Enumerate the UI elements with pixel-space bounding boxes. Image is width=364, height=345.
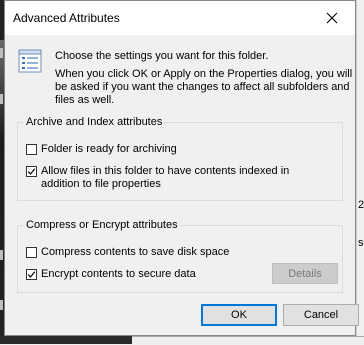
folder-ready-checkbox[interactable] [26,144,37,155]
intro-text: Choose the settings you want for this fo… [55,50,269,62]
encrypt-row[interactable]: Encrypt contents to secure data [26,268,196,281]
encrypt-label: Encrypt contents to secure data [41,268,196,280]
allow-index-label: Allow files in this folder to have conte… [41,165,290,190]
allow-index-row[interactable]: Allow files in this folder to have conte… [26,165,326,191]
background-window-mark [0,48,3,58]
folder-ready-label: Folder is ready for archiving [41,143,177,155]
background-window-right-edge [356,0,364,344]
checkmark-icon [27,271,36,278]
background-window-mark [0,250,3,260]
ok-button[interactable]: OK [201,304,277,326]
folder-ready-row[interactable]: Folder is ready for archiving [26,143,177,156]
allow-index-checkbox[interactable] [26,166,37,177]
encrypt-checkbox[interactable] [26,269,37,280]
close-icon [326,12,338,24]
background-window-mark [0,94,3,104]
details-button[interactable]: Details [272,263,338,284]
intro-note: When you click OK or Apply on the Proper… [55,68,353,106]
background-window-mark [0,300,3,310]
background-window-text: s [358,237,364,249]
advanced-attributes-dialog: Advanced Attributes Choose the settings … [4,0,359,336]
compress-encrypt-group-title: Compress or Encrypt attributes [24,218,180,232]
compress-checkbox[interactable] [26,247,37,258]
checkmark-icon [27,168,36,175]
compress-label: Compress contents to save disk space [41,246,230,258]
close-button[interactable] [309,1,355,35]
archive-index-group: Archive and Index attributes Folder is r… [17,115,343,201]
cancel-button[interactable]: Cancel [283,304,359,326]
folder-settings-icon [18,49,42,73]
background-window-bottom-dark [0,336,132,344]
compress-row[interactable]: Compress contents to save disk space [26,246,229,259]
title-bar[interactable]: Advanced Attributes [5,1,355,35]
background-window-text: 2 [358,199,364,211]
dialog-title: Advanced Attributes [13,11,120,25]
archive-index-group-title: Archive and Index attributes [24,115,165,129]
